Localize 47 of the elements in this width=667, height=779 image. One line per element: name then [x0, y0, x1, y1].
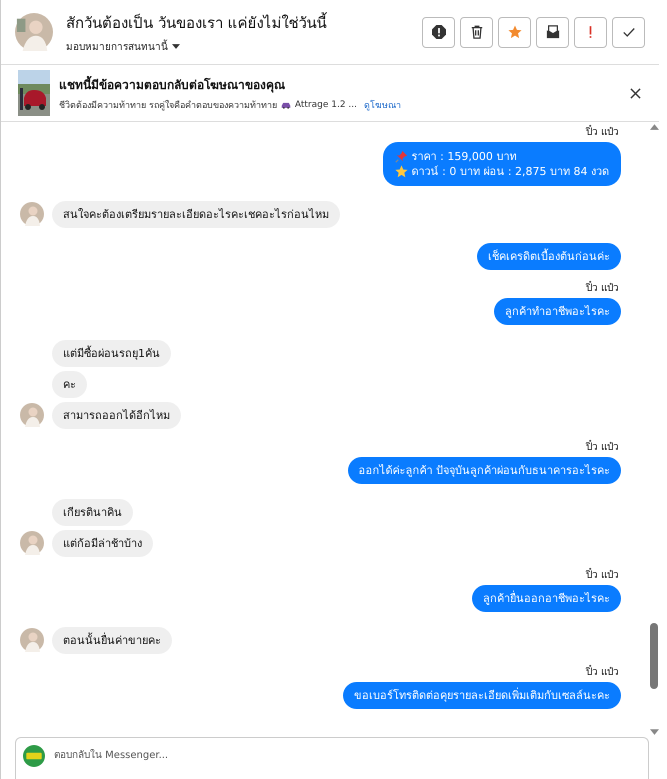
checkmark-icon [622, 25, 636, 39]
conversation-title: สักวันต้องเป็น วันของเรา แค่ยังไม่ใช่วันนี้ [66, 11, 327, 34]
sender-name: ปิ๋ว แป๋ว [586, 570, 619, 582]
message-bubble: ลูกค้ายื่นออกอาชีพอะไรคะ [472, 585, 621, 612]
message-bubble: ออกได้ค่ะลูกค้า ปัจจุบันลูกค้าผ่อนกับธนาคารอะไรคะ [348, 457, 621, 484]
star-icon [508, 25, 522, 39]
sender-name: ปิ๋ว แป๋ว [586, 442, 619, 454]
done-button[interactable] [612, 16, 645, 48]
caret-icon [172, 44, 180, 48]
car-icon [280, 100, 291, 108]
avatar [15, 13, 53, 51]
message-bubble: ขอเบอร์โทรติดต่อคุยรายละเอียดเพิ่มเติมกับเซลล์นะคะ [343, 682, 621, 709]
scroll-down-icon[interactable] [650, 729, 658, 735]
view-ad-link[interactable]: ดูโฆษณา [364, 98, 402, 112]
report-button[interactable] [422, 16, 455, 48]
message-bubble: สามารถออกได้อีกไหม [52, 402, 181, 429]
sender-name: ปิ๋ว แป๋ว [586, 127, 619, 139]
message-bubble: เช็คเครดิตเบื้องต้นก่อนค่ะ [477, 243, 621, 270]
message-bubble: สนใจคะต้องเตรียมรายละเอียดอะไรคะเชคอะไรก่อนไหม [52, 201, 340, 228]
page-logo-icon [23, 745, 45, 767]
spam-button[interactable] [574, 16, 607, 48]
pushpin-icon [394, 150, 408, 163]
message-bubble: แต่มีซื้อผ่อนรถยุ1คัน [52, 340, 171, 367]
ad-heading: แชทนี้มีข้อความตอบกลับต่อโฆษณาของคุณ [59, 74, 286, 94]
message-bubble: ตอนนั้นยื่นค่าขายคะ [52, 627, 172, 654]
envelope-icon [546, 25, 560, 39]
delete-button[interactable] [460, 16, 493, 48]
scrollbar-thumb[interactable] [650, 623, 658, 689]
sender-name: ปิ๋ว แป๋ว [586, 283, 619, 295]
star-icon [394, 165, 408, 178]
scroll-up-icon[interactable] [650, 124, 658, 130]
message-bubble: ราคา : 159,000 บาท ดาวน์ : 0 บาท ผ่อน : 2,875 บาท 84 งวด [382, 142, 621, 186]
alert-icon [432, 25, 446, 39]
close-icon[interactable] [630, 88, 641, 98]
ad-description: Attrage 1.2 ... [294, 100, 358, 110]
exclamation-icon [588, 25, 593, 39]
message-bubble: แต่ก้อมีล่าช้าบ้าง [52, 530, 153, 557]
message-bubble: คะ [52, 371, 87, 398]
star-button[interactable] [498, 16, 531, 48]
mark-unread-button[interactable] [536, 16, 569, 48]
message-bubble: ลูกค้าทำอาชีพอะไรคะ [494, 298, 621, 325]
message-bubble: เกียรตินาคิน [52, 499, 133, 526]
sender-name: ปิ๋ว แป๋ว [586, 667, 619, 679]
trash-icon [470, 25, 484, 39]
assign-conversation-dropdown[interactable]: มอบหมายการสนทนานี้ [66, 38, 180, 54]
reply-field[interactable]: ตอบกลับใน Messenger... [15, 737, 649, 779]
ad-description: ชีวิตต้องมีความท้าทาย รถคู่ใจคือคำตอบของความท้าทาย [59, 98, 277, 112]
